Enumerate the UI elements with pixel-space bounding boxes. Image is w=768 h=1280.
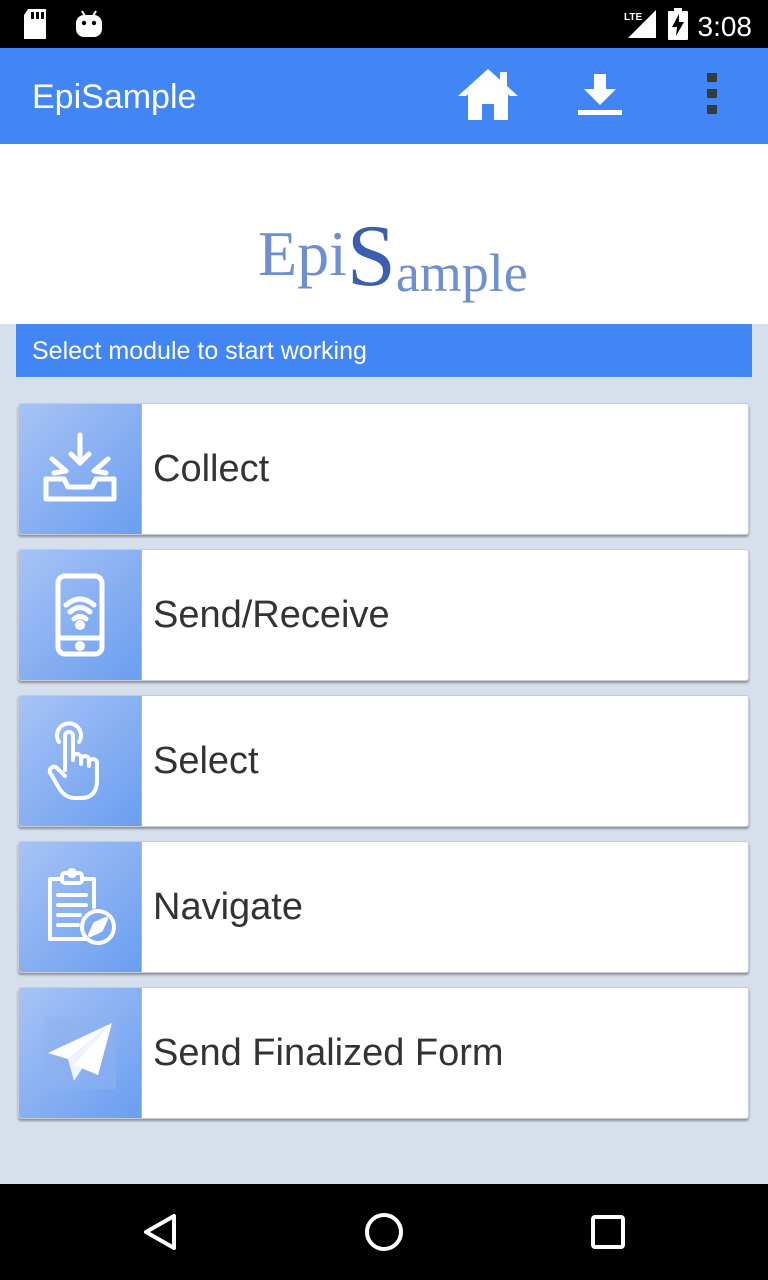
module-select-label: Select: [153, 739, 259, 782]
module-send-finalized-form[interactable]: Send Finalized Form: [18, 987, 749, 1119]
overflow-menu-icon: [706, 72, 718, 121]
status-right-icons: LTE 3:08: [622, 8, 753, 45]
logo-text-s: S: [346, 208, 396, 305]
touch-hand-icon: [19, 696, 142, 826]
phone-wifi-icon: [19, 550, 142, 680]
app-title: EpiSample: [32, 78, 197, 116]
svg-text:LTE: LTE: [624, 12, 642, 23]
logo-text-ample: ample: [395, 243, 528, 303]
instruction-banner: Select module to start working: [16, 324, 752, 377]
module-send-finalized-form-label: Send Finalized Form: [153, 1031, 504, 1074]
module-collect-label: Collect: [153, 447, 270, 490]
back-icon: [140, 1212, 180, 1257]
logo-area: EpiSample: [0, 144, 768, 324]
module-navigate-label: Navigate: [153, 885, 303, 928]
episample-logo: EpiSample: [258, 196, 528, 305]
recents-icon: [590, 1214, 626, 1255]
module-collect[interactable]: Collect: [18, 403, 749, 535]
paper-plane-icon: [19, 988, 142, 1118]
download-button[interactable]: [568, 66, 632, 126]
home-circle-icon: [363, 1211, 405, 1258]
status-time: 3:08: [697, 10, 753, 42]
module-select[interactable]: Select: [18, 695, 749, 827]
system-nav-bar: [0, 1184, 768, 1280]
module-navigate[interactable]: Navigate: [18, 841, 749, 973]
logo-text-epi: Epi: [258, 218, 347, 289]
module-send-receive-label: Send/Receive: [153, 593, 390, 636]
recents-button[interactable]: [584, 1210, 632, 1258]
battery-charging-icon: [667, 8, 688, 45]
collect-icon: [19, 404, 142, 534]
clipboard-compass-icon: [19, 842, 142, 972]
status-bar: LTE 3:08: [0, 0, 768, 48]
android-icon: [74, 9, 104, 44]
sd-card-icon: [22, 9, 48, 44]
module-send-receive[interactable]: Send/Receive: [18, 549, 749, 681]
download-icon: [576, 72, 624, 121]
home-icon: [456, 66, 520, 127]
overflow-menu-button[interactable]: [680, 66, 744, 126]
home-nav-button[interactable]: [360, 1210, 408, 1258]
status-left-icons: [22, 9, 104, 44]
module-list-area: Select module to start working Collect S…: [0, 324, 768, 1184]
back-button[interactable]: [136, 1210, 184, 1258]
home-button[interactable]: [456, 66, 520, 126]
app-bar: EpiSample: [0, 48, 768, 144]
lte-signal-icon: LTE: [622, 8, 658, 45]
